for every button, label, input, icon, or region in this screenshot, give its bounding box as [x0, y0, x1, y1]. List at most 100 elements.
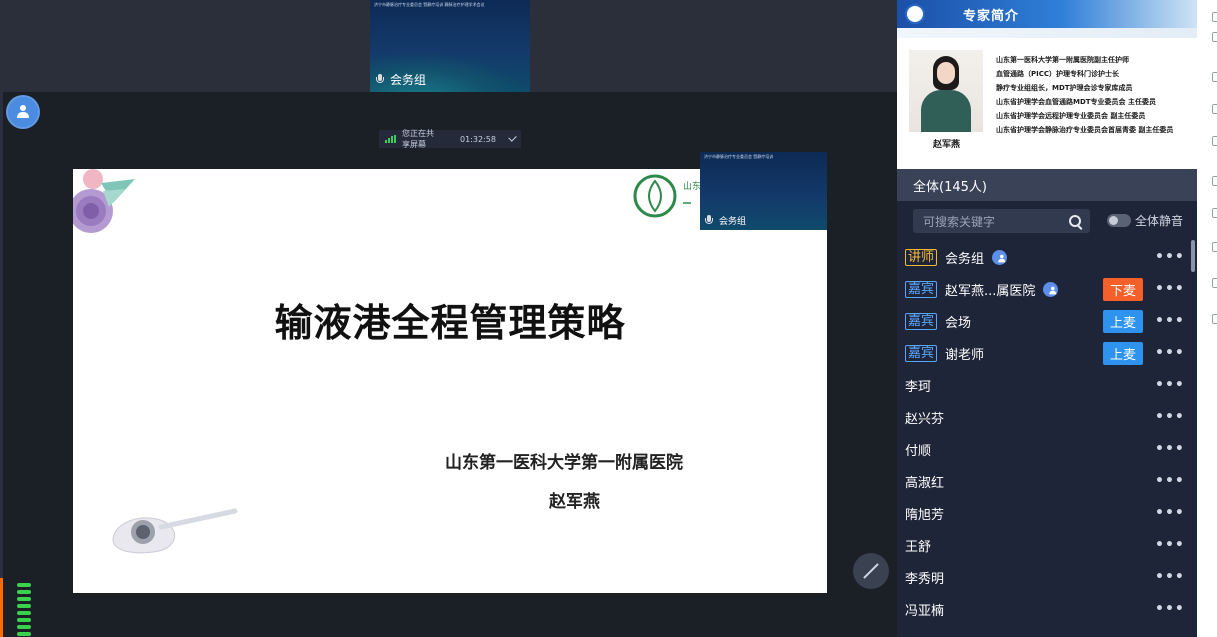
member-name: 冯亚楠 — [905, 603, 945, 619]
more-icon[interactable]: ••• — [1155, 473, 1185, 489]
mic-up-button[interactable]: 上麦 — [1103, 309, 1143, 333]
member-search-input[interactable]: 可搜索关键字 — [913, 209, 1090, 233]
mic-muted-icon — [376, 74, 384, 85]
more-icon[interactable]: ••• — [1155, 377, 1185, 393]
more-icon[interactable]: ••• — [1155, 249, 1185, 265]
tool-icon[interactable] — [1212, 136, 1217, 146]
expert-bio-line: 山东省护理学会远程护理专业委员会 副主任委员 — [996, 112, 1146, 120]
toggle-switch[interactable] — [1107, 214, 1131, 227]
slide-hospital: 山东第一医科大学第一附属医院 — [445, 453, 683, 473]
presentation-slide: 山东 输液港全程管理策略 山东第一医科大学第一附属医院 赵军燕 — [73, 169, 827, 593]
thumbnail-label: 会务组 — [376, 71, 426, 88]
member-name: 李秀明 — [905, 571, 945, 587]
member-row[interactable]: 王舒 ••• — [905, 529, 1187, 561]
member-name: 会务组 — [945, 251, 985, 267]
share-status-text: 您正在共享屏幕 — [402, 129, 434, 149]
screen-share-bar[interactable]: 您正在共享屏幕 01:32:58 — [379, 129, 521, 149]
flower-decoration — [73, 169, 135, 233]
search-icon[interactable] — [1069, 215, 1081, 227]
tool-icon[interactable] — [1212, 104, 1217, 114]
layer-icon[interactable] — [1212, 32, 1217, 42]
member-row[interactable]: 嘉宾 赵军燕...属医院 下麦 ••• — [905, 273, 1187, 305]
university-logo-icon — [905, 4, 925, 24]
hospital-logo: 山东 — [633, 174, 701, 218]
members-tab[interactable]: 全体(145人) — [897, 169, 1197, 201]
mic-muted-icon — [705, 215, 713, 226]
member-name: 会场 — [945, 315, 972, 331]
member-name: 李珂 — [905, 379, 932, 395]
more-icon[interactable]: ••• — [1155, 281, 1185, 297]
user-icon — [1043, 281, 1059, 297]
tool-icon[interactable] — [1212, 72, 1217, 82]
expert-band — [897, 28, 1197, 38]
slide-title: 输液港全程管理策略 — [274, 301, 626, 345]
mute-all-label: 全体静音 — [1135, 214, 1184, 228]
search-placeholder: 可搜索关键字 — [923, 214, 996, 229]
members-scrollbar[interactable] — [1191, 240, 1195, 272]
more-icon[interactable]: ••• — [1155, 345, 1185, 361]
infusion-port-image — [112, 508, 238, 554]
member-name: 隋旭芳 — [905, 507, 945, 523]
layer-icon[interactable] — [1212, 12, 1217, 22]
expert-header — [897, 0, 1197, 28]
video-thumbnail-pip[interactable]: 济宁市静脉治疗专业委员会 暨静疗培训 会务组 — [700, 152, 827, 230]
more-icon[interactable]: ••• — [1155, 537, 1185, 553]
member-row[interactable]: 付顺 ••• — [905, 433, 1187, 465]
meeting-stage: 济宁市静脉治疗专业委员会 暨静疗培训 静脉治疗护理学术会议 会务组 您正在共享屏… — [0, 0, 897, 637]
more-icon[interactable]: ••• — [1155, 505, 1185, 521]
member-row[interactable]: 冯亚楠 ••• — [905, 593, 1187, 625]
expert-bio-line: 静疗专业组组长，MDT护理会诊专家库成员 — [996, 84, 1133, 92]
member-name: 高淑红 — [905, 475, 945, 491]
chevron-down-icon[interactable] — [508, 133, 517, 142]
member-row[interactable]: 高淑红 ••• — [905, 465, 1187, 497]
thumbnail-caption: 济宁市静脉治疗专业委员会 暨静疗培训 静脉治疗护理学术会议 — [374, 2, 485, 7]
member-row[interactable]: 李珂 ••• — [905, 369, 1187, 401]
user-avatar-button[interactable] — [6, 95, 40, 129]
pip-label: 会务组 — [705, 214, 746, 227]
more-icon[interactable]: ••• — [1155, 569, 1185, 585]
expert-bio-line: 山东省护理学会血管通路MDT专业委员会 主任委员 — [996, 98, 1156, 106]
expert-name: 赵军燕 — [933, 140, 961, 150]
left-edge-accent — [0, 578, 3, 637]
thumbnail-name: 会务组 — [390, 73, 427, 87]
expert-bio-line: 山东第一医科大学第一附属医院副主任护师 — [996, 56, 1129, 64]
logo-text: 山东 — [683, 180, 701, 192]
left-edge — [0, 92, 3, 637]
role-tag-guest: 嘉宾 — [905, 312, 938, 330]
tool-icon[interactable] — [1212, 208, 1217, 218]
expert-photo — [909, 50, 983, 132]
member-row[interactable]: 嘉宾 会场 上麦 ••• — [905, 305, 1187, 337]
member-name: 赵兴芬 — [905, 411, 945, 427]
tool-icon[interactable] — [1212, 242, 1217, 252]
members-count: 全体(145人) — [913, 179, 987, 195]
audio-level-meter — [17, 583, 31, 637]
role-tag-guest: 嘉宾 — [905, 280, 938, 298]
user-icon — [992, 249, 1008, 265]
role-tag-guest: 嘉宾 — [905, 344, 938, 362]
tool-icon[interactable] — [1212, 176, 1217, 186]
member-row[interactable]: 李秀明 ••• — [905, 561, 1187, 593]
mic-up-button[interactable]: 上麦 — [1103, 341, 1143, 365]
video-thumbnail-top[interactable]: 济宁市静脉治疗专业委员会 暨静疗培训 静脉治疗护理学术会议 会务组 — [370, 0, 530, 92]
expert-bio: 山东第一医科大学第一附属医院副主任护师 血管通路（PICC）护理专科门诊护士长 … — [996, 53, 1194, 137]
member-row[interactable]: 讲师 会务组 ••• — [905, 241, 1187, 273]
pip-caption: 济宁市静脉治疗专业委员会 暨静疗培训 — [704, 154, 774, 159]
tool-icon[interactable] — [1212, 314, 1217, 324]
tool-icon[interactable] — [1212, 278, 1217, 288]
member-row[interactable]: 隋旭芳 ••• — [905, 497, 1187, 529]
more-icon[interactable]: ••• — [1155, 313, 1185, 329]
mic-down-button[interactable]: 下麦 — [1103, 277, 1143, 301]
member-name: 谢老师 — [945, 347, 985, 363]
member-row[interactable]: 赵兴芬 ••• — [905, 401, 1187, 433]
slide-author: 赵军燕 — [549, 492, 600, 512]
expert-bio-line: 山东省护理学会静脉治疗专业委员会首届青委 副主任委员 — [996, 126, 1174, 134]
more-icon[interactable]: ••• — [1155, 441, 1185, 457]
member-row[interactable]: 嘉宾 谢老师 上麦 ••• — [905, 337, 1187, 369]
expert-intro-card: 专家简介 赵军燕 山东第一医科大学第一附属医院副主任护师 血管通路（PICC）护… — [897, 0, 1197, 169]
mute-all-toggle[interactable]: 全体静音 — [1107, 212, 1183, 229]
more-icon[interactable]: ••• — [1155, 409, 1185, 425]
member-name: 付顺 — [905, 443, 932, 459]
share-timer: 01:32:58 — [459, 134, 496, 144]
more-icon[interactable]: ••• — [1155, 601, 1185, 617]
collapse-button[interactable] — [853, 553, 889, 589]
